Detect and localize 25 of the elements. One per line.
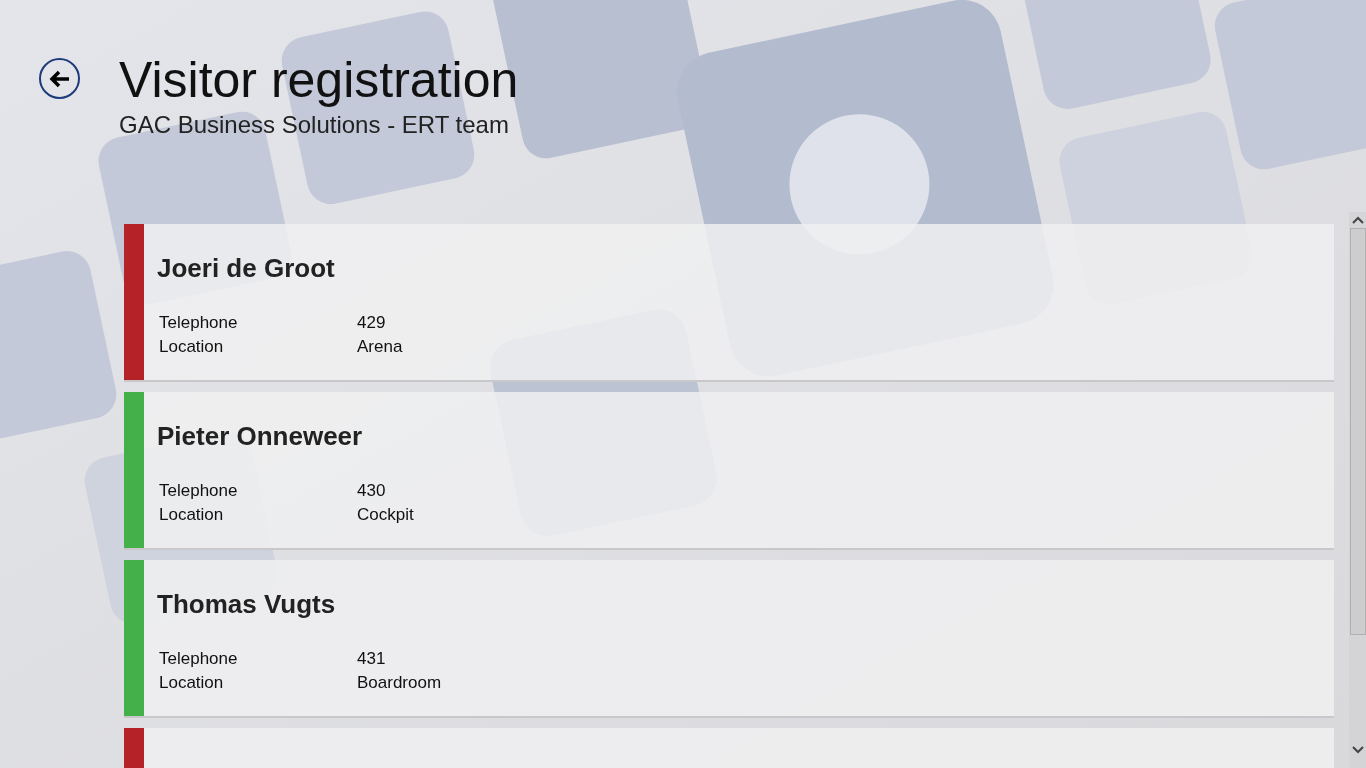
field-value: 430 [357,480,387,502]
back-arrow-icon [48,69,71,88]
visitor-name: Thomas Vugts [157,588,337,621]
field-value: 429 [357,312,387,334]
visitor-card[interactable]: Pieter Onneweer Telephone 430 Location Cockpit [124,392,1334,550]
scroll-up-icon[interactable] [1351,216,1364,224]
field-value: Cockpit [357,504,414,526]
visitor-card[interactable]: Joeri de Groot Telephone 429 Location Arena [124,224,1334,382]
field-label: Telephone [158,648,239,670]
field-label: Telephone [158,312,239,334]
field-value: Arena [357,336,403,358]
scroll-down-icon[interactable] [1351,746,1364,754]
field-label: Location [158,336,225,358]
visitor-name: Joeri de Groot [157,252,336,285]
field-value: 431 [357,648,387,670]
field-label: Telephone [158,480,239,502]
page-title: Visitor registration [119,51,519,110]
scrollbar[interactable] [1349,212,1366,768]
field-value: Boardroom [357,672,442,694]
field-label: Location [158,672,225,694]
visitor-card[interactable]: Thomas Vugts Telephone 431 Location Boardroom [124,560,1334,718]
page-subtitle: GAC Business Solutions - ERT team [119,110,510,140]
field-label: Location [158,504,225,526]
visitor-name: Pieter Onneweer [157,420,364,453]
back-button[interactable] [39,58,80,99]
